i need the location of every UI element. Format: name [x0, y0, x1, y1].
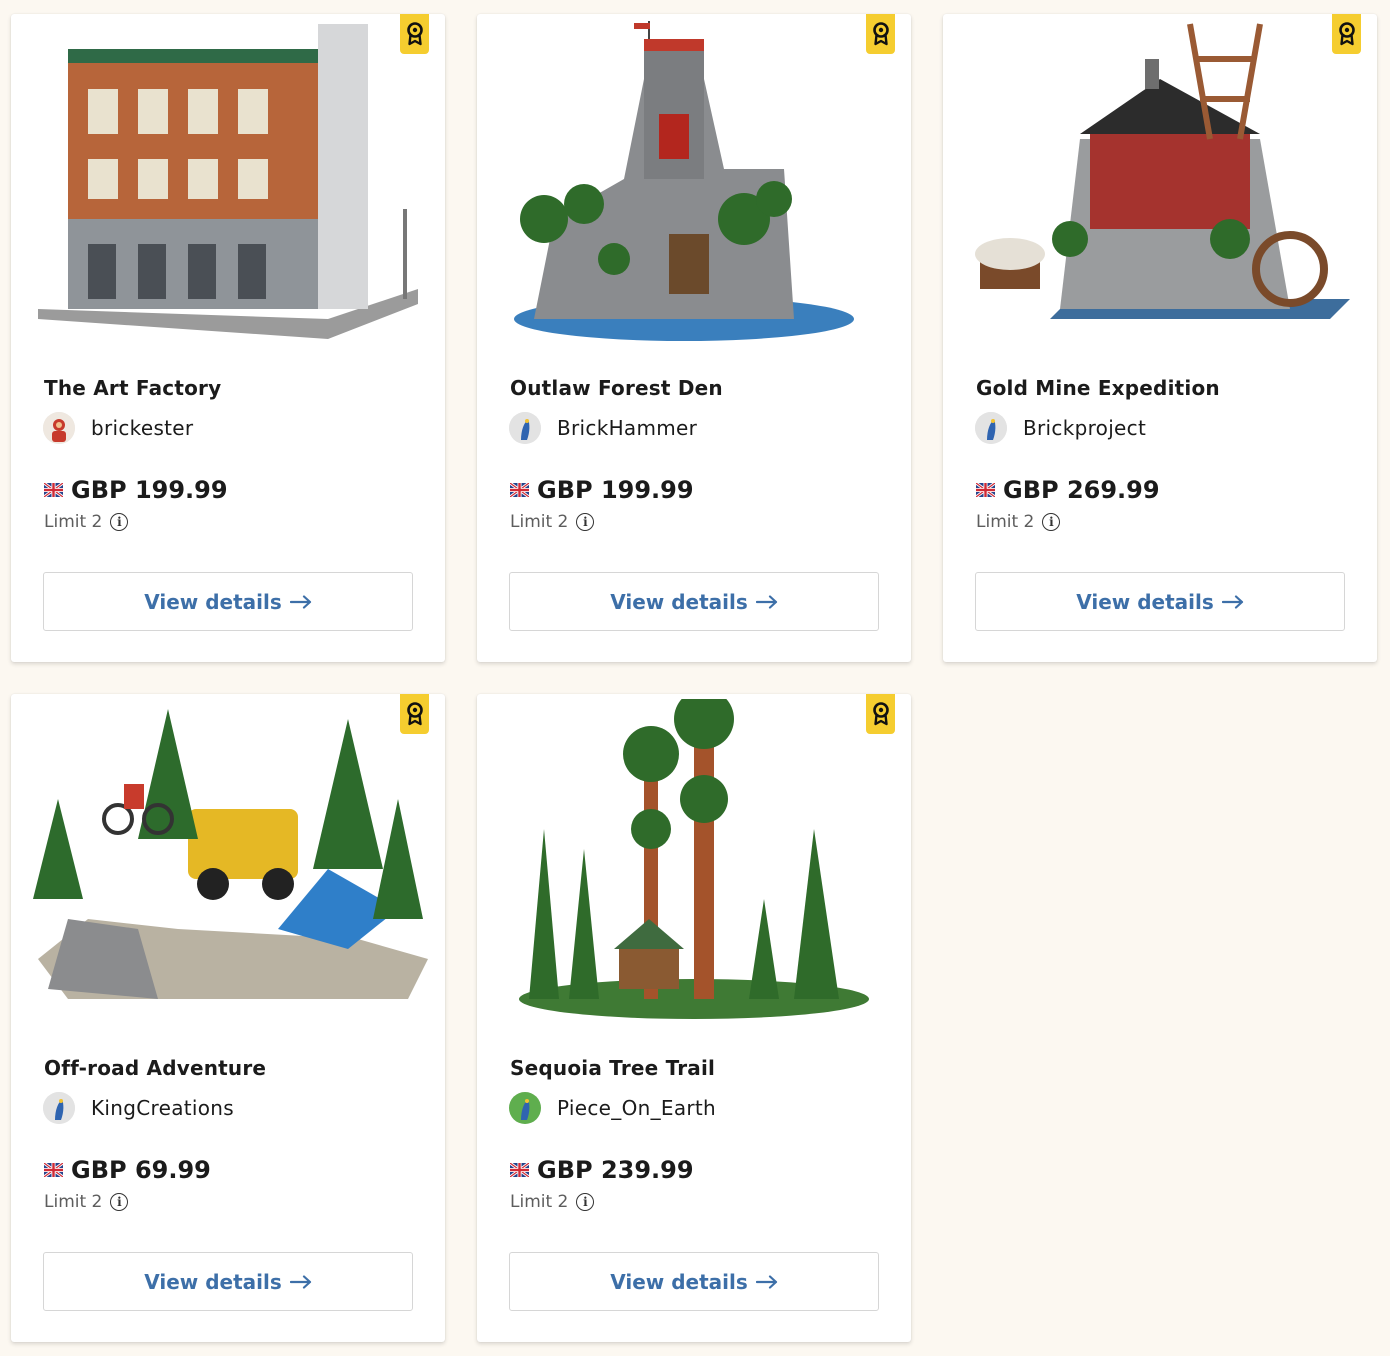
limit-row: Limit 2 i — [44, 1192, 129, 1212]
castle-model-image — [514, 21, 854, 341]
author-name[interactable]: brickester — [91, 416, 193, 440]
author[interactable]: Brickproject — [975, 412, 1146, 444]
view-details-button[interactable]: View details — [509, 1252, 879, 1311]
avatar — [43, 1092, 75, 1124]
arrow-right-icon — [290, 1275, 312, 1289]
limit-row: Limit 2 i — [44, 512, 129, 532]
arrow-right-icon — [756, 1275, 778, 1289]
info-icon[interactable]: i — [1042, 513, 1061, 531]
avatar — [975, 412, 1007, 444]
purchase-limit: Limit 2 — [976, 512, 1035, 532]
product-title[interactable]: Sequoia Tree Trail — [510, 1056, 715, 1080]
author-name[interactable]: KingCreations — [91, 1096, 234, 1120]
price-row: GBP 199.99 — [44, 476, 228, 504]
purchase-limit: Limit 2 — [44, 512, 103, 532]
price: GBP 269.99 — [1003, 476, 1160, 504]
product-image[interactable] — [943, 14, 1377, 354]
author[interactable]: BrickHammer — [509, 412, 697, 444]
avatar — [509, 1092, 541, 1124]
gold-mine-model-image — [975, 23, 1350, 319]
purchase-limit: Limit 2 — [510, 1192, 569, 1212]
uk-flag-icon — [510, 483, 529, 497]
product-image[interactable] — [477, 14, 911, 354]
purchase-limit: Limit 2 — [510, 512, 569, 532]
product-title[interactable]: Outlaw Forest Den — [510, 376, 723, 400]
product-title[interactable]: Off-road Adventure — [44, 1056, 266, 1080]
view-details-label: View details — [610, 589, 748, 614]
product-title[interactable]: Gold Mine Expedition — [976, 376, 1220, 400]
purchase-limit: Limit 2 — [44, 1192, 103, 1212]
info-icon[interactable]: i — [576, 1193, 595, 1211]
view-details-label: View details — [144, 1269, 282, 1294]
award-badge-icon — [1332, 14, 1361, 54]
product-card[interactable]: Sequoia Tree Trail Piece_On_Earth GBP 23… — [477, 694, 911, 1342]
limit-row: Limit 2 i — [976, 512, 1061, 532]
price-row: GBP 269.99 — [976, 476, 1160, 504]
info-icon[interactable]: i — [110, 1193, 129, 1211]
product-card[interactable]: Gold Mine Expedition Brickproject GBP 26… — [943, 14, 1377, 662]
view-details-button[interactable]: View details — [43, 1252, 413, 1311]
product-title[interactable]: The Art Factory — [44, 376, 221, 400]
product-image[interactable] — [11, 694, 445, 1034]
view-details-button[interactable]: View details — [43, 572, 413, 631]
price: GBP 199.99 — [537, 476, 694, 504]
info-icon[interactable]: i — [576, 513, 595, 531]
arrow-right-icon — [1222, 595, 1244, 609]
author[interactable]: Piece_On_Earth — [509, 1092, 716, 1124]
arrow-right-icon — [756, 595, 778, 609]
price-row: GBP 199.99 — [510, 476, 694, 504]
author-name[interactable]: Piece_On_Earth — [557, 1096, 716, 1120]
product-image[interactable] — [477, 694, 911, 1034]
product-image[interactable] — [11, 14, 445, 354]
view-details-label: View details — [610, 1269, 748, 1294]
view-details-label: View details — [144, 589, 282, 614]
limit-row: Limit 2 i — [510, 1192, 595, 1212]
sequoia-model-image — [519, 699, 869, 1019]
uk-flag-icon — [510, 1163, 529, 1177]
award-badge-icon — [400, 14, 429, 54]
price-row: GBP 239.99 — [510, 1156, 694, 1184]
award-badge-icon — [400, 694, 429, 734]
avatar — [509, 412, 541, 444]
uk-flag-icon — [976, 483, 995, 497]
author-name[interactable]: BrickHammer — [557, 416, 697, 440]
info-icon[interactable]: i — [110, 513, 129, 531]
view-details-button[interactable]: View details — [975, 572, 1345, 631]
price: GBP 199.99 — [71, 476, 228, 504]
product-card[interactable]: Outlaw Forest Den BrickHammer GBP 199.99… — [477, 14, 911, 662]
author[interactable]: KingCreations — [43, 1092, 234, 1124]
uk-flag-icon — [44, 1163, 63, 1177]
avatar — [43, 412, 75, 444]
price-row: GBP 69.99 — [44, 1156, 211, 1184]
arrow-right-icon — [290, 595, 312, 609]
product-card[interactable]: The Art Factory brickester GBP 199.99 Li… — [11, 14, 445, 662]
price: GBP 69.99 — [71, 1156, 211, 1184]
price: GBP 239.99 — [537, 1156, 694, 1184]
author-name[interactable]: Brickproject — [1023, 416, 1146, 440]
product-card[interactable]: Off-road Adventure KingCreations GBP 69.… — [11, 694, 445, 1342]
author[interactable]: brickester — [43, 412, 193, 444]
award-badge-icon — [866, 14, 895, 54]
view-details-label: View details — [1076, 589, 1214, 614]
building-model-image — [38, 24, 418, 339]
limit-row: Limit 2 i — [510, 512, 595, 532]
uk-flag-icon — [44, 483, 63, 497]
offroad-model-image — [33, 709, 428, 999]
award-badge-icon — [866, 694, 895, 734]
view-details-button[interactable]: View details — [509, 572, 879, 631]
